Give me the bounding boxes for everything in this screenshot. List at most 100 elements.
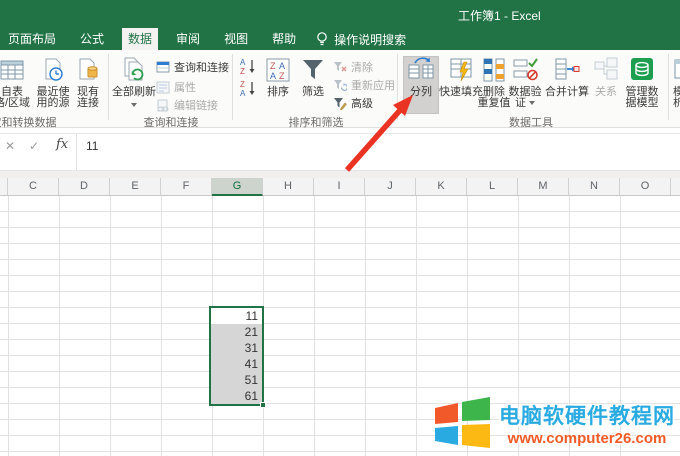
lightbulb-icon xyxy=(316,31,328,47)
cell-g10[interactable]: 31 xyxy=(211,340,262,356)
reapply-label: 重新应用 xyxy=(351,77,395,93)
queries-connections-button[interactable]: 查询和连接 xyxy=(156,59,229,75)
column-header-f[interactable]: F xyxy=(161,178,212,195)
advanced-filter-icon xyxy=(333,97,347,110)
data-validation-icon xyxy=(512,56,538,84)
data-validation-button[interactable]: 数据验 证 xyxy=(505,54,545,109)
tab-page-layout[interactable]: 页面布局 xyxy=(2,28,62,50)
properties-label: 属性 xyxy=(174,79,196,95)
group-label-data-tools: 数据工具 xyxy=(400,114,662,130)
group-separator xyxy=(108,54,109,120)
recent-sources-icon xyxy=(40,56,66,84)
group-separator xyxy=(232,54,233,120)
ribbon-tab-row: 页面布局 公式 数据 审阅 视图 帮助 操作说明搜索 xyxy=(0,28,680,50)
sort-ascending-icon: A Z xyxy=(238,57,258,75)
remove-duplicates-icon xyxy=(481,56,507,84)
selected-range[interactable]: 11 21 31 41 51 61 xyxy=(209,306,264,406)
filter-label: 筛选 xyxy=(296,87,330,98)
column-header-d[interactable]: D xyxy=(59,178,110,195)
formula-bar-value[interactable]: 11 xyxy=(86,139,98,153)
column-header-j[interactable]: J xyxy=(365,178,416,195)
relationships-icon xyxy=(593,56,619,84)
properties-button[interactable]: 属性 xyxy=(156,79,196,95)
group-separator xyxy=(668,54,669,120)
svg-text:A: A xyxy=(240,89,246,97)
reapply-button[interactable]: 重新应用 xyxy=(333,77,395,93)
edit-links-label: 编辑链接 xyxy=(174,97,218,113)
tab-formulas[interactable]: 公式 xyxy=(74,28,110,50)
watermark-text: 电脑软硬件教程网 www.computer26.com xyxy=(499,400,675,447)
sort-dialog-icon: Z A A Z xyxy=(265,56,291,84)
consolidate-label: 合并计算 xyxy=(544,87,590,98)
advanced-filter-label: 高级 xyxy=(351,95,373,111)
properties-icon xyxy=(156,81,170,94)
what-if-analysis-button[interactable]: 模拟分析 xyxy=(673,54,680,109)
window-title: 工作簿1 - Excel xyxy=(458,7,541,24)
svg-text:Z: Z xyxy=(279,71,285,81)
column-header-c[interactable]: C xyxy=(8,178,59,195)
column-header-m[interactable]: M xyxy=(518,178,569,195)
svg-text:Z: Z xyxy=(240,80,245,89)
column-header-h[interactable]: H xyxy=(263,178,314,195)
sort-label: 排序 xyxy=(258,87,298,98)
cell-g11[interactable]: 41 xyxy=(211,356,262,372)
column-header-n[interactable]: N xyxy=(569,178,620,195)
cell-g9[interactable]: 21 xyxy=(211,324,262,340)
cell-g12[interactable]: 51 xyxy=(211,372,262,388)
svg-text:A: A xyxy=(279,61,285,71)
sort-descending-icon: Z A xyxy=(238,79,258,97)
fill-handle[interactable] xyxy=(260,402,266,408)
data-validation-caret-icon xyxy=(529,101,535,105)
column-header-i[interactable]: I xyxy=(314,178,365,195)
advanced-filter-button[interactable]: 高级 xyxy=(333,95,373,111)
cell-g8-active[interactable]: 11 xyxy=(211,308,262,324)
relationships-label: 关系 xyxy=(588,87,624,98)
filter-button[interactable]: 筛选 xyxy=(296,54,330,98)
cell-g13[interactable]: 61 xyxy=(211,388,262,404)
column-header-partial[interactable] xyxy=(0,178,8,195)
group-label-sort-filter: 排序和筛选 xyxy=(238,114,394,130)
column-header-row: C D E F G H I J K L M N O xyxy=(0,178,680,196)
windows-logo-icon xyxy=(431,395,493,451)
column-header-k[interactable]: K xyxy=(416,178,467,195)
text-to-columns-icon xyxy=(408,56,434,84)
tab-review[interactable]: 审阅 xyxy=(170,28,206,50)
manage-data-model-label-2: 据模型 xyxy=(620,98,664,109)
text-to-columns-button[interactable]: 分列 xyxy=(403,54,439,98)
column-header-l[interactable]: L xyxy=(467,178,518,195)
tab-view[interactable]: 视图 xyxy=(218,28,254,50)
group-label-queries: 查询和连接 xyxy=(110,114,232,130)
column-header-e[interactable]: E xyxy=(110,178,161,195)
from-table-icon xyxy=(0,56,25,84)
sort-descending-button[interactable]: Z A xyxy=(238,79,258,97)
tab-help[interactable]: 帮助 xyxy=(266,28,302,50)
refresh-all-button[interactable]: 全部刷新 xyxy=(111,54,157,109)
consolidate-button[interactable]: 合并计算 xyxy=(544,54,590,98)
queries-connections-label: 查询和连接 xyxy=(174,59,229,75)
flash-fill-icon xyxy=(448,56,474,84)
sort-button[interactable]: Z A A Z 排序 xyxy=(258,54,298,98)
existing-connections-button[interactable]: 现有 连接 xyxy=(68,54,108,109)
cancel-icon[interactable]: ✕ xyxy=(5,139,15,153)
relationships-button[interactable]: 关系 xyxy=(588,54,624,98)
tab-data[interactable]: 数据 xyxy=(122,28,158,50)
clear-filter-button[interactable]: 清除 xyxy=(333,59,373,75)
reapply-icon xyxy=(333,79,347,92)
data-validation-label-2: 证 xyxy=(505,98,545,109)
column-header-g-selected[interactable]: G xyxy=(212,178,263,196)
watermark: 电脑软硬件教程网 www.computer26.com xyxy=(431,395,675,451)
text-to-columns-label: 分列 xyxy=(403,87,439,98)
svg-text:A: A xyxy=(240,58,246,67)
formula-bar-divider xyxy=(76,134,77,171)
sort-ascending-button[interactable]: A Z xyxy=(238,57,258,75)
manage-data-model-button[interactable]: 管理数 据模型 xyxy=(620,54,664,109)
column-header-o[interactable]: O xyxy=(620,178,671,195)
existing-connections-icon xyxy=(75,56,101,84)
clear-filter-icon xyxy=(333,61,347,74)
insert-function-icon[interactable]: fx xyxy=(56,137,68,152)
formula-bar: ✕ ✓ fx 11 xyxy=(0,133,680,171)
edit-links-button[interactable]: 编辑链接 xyxy=(156,97,218,113)
enter-icon[interactable]: ✓ xyxy=(29,139,39,153)
tell-me-search[interactable]: 操作说明搜索 xyxy=(316,28,406,50)
manage-data-model-icon xyxy=(629,56,655,84)
